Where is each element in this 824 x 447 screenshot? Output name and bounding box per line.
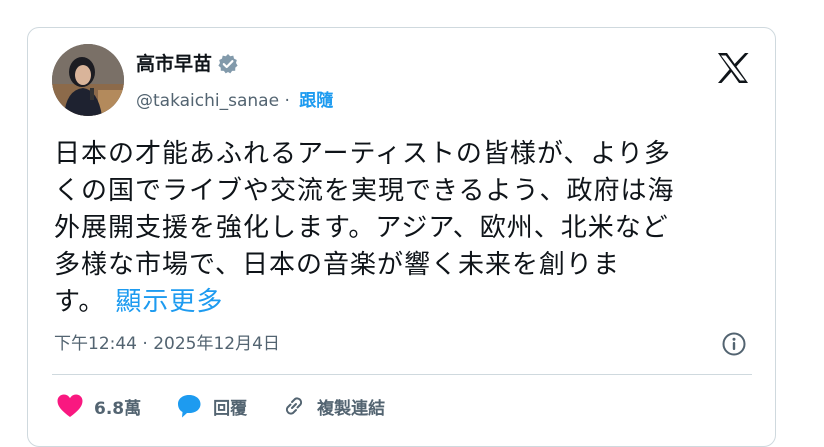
tweet-card: 高市早苗 @takaichi_sanae · 跟隨 日本の才能あふれるアーティス… xyxy=(27,27,776,447)
handle-row: @takaichi_sanae · 跟隨 xyxy=(136,90,333,112)
reply-bubble-icon xyxy=(178,395,201,418)
tweet-body: 日本の才能あふれるアーティストの皆様が、より多 くの国でライブや交流を実現できる… xyxy=(54,136,754,321)
follow-button[interactable]: 跟隨 xyxy=(299,90,333,112)
author-name[interactable]: 高市早苗 xyxy=(136,52,212,76)
action-bar: 6.8萬 回覆 複製連結 xyxy=(56,393,419,419)
author-handle[interactable]: @takaichi_sanae xyxy=(136,90,279,112)
show-more-link[interactable]: 顯示更多 xyxy=(115,287,223,317)
divider xyxy=(52,374,752,375)
reply-button[interactable]: 回覆 xyxy=(175,393,247,419)
author-name-row: 高市早苗 xyxy=(136,52,239,76)
verified-badge-icon xyxy=(217,53,239,75)
x-logo-icon[interactable] xyxy=(716,52,750,84)
copy-link-button[interactable]: 複製連結 xyxy=(281,393,385,419)
link-icon xyxy=(286,397,303,415)
like-count: 6.8萬 xyxy=(94,398,142,419)
like-button[interactable]: 6.8萬 xyxy=(56,393,141,419)
info-icon[interactable] xyxy=(721,331,747,357)
tweet-timestamp[interactable]: 下午12:44 · 2025年12月4日 xyxy=(54,332,280,356)
heart-icon xyxy=(57,394,83,417)
reply-label: 回覆 xyxy=(213,398,248,419)
handle-separator: · xyxy=(279,91,296,111)
avatar[interactable] xyxy=(52,44,124,116)
copy-link-label: 複製連結 xyxy=(317,398,386,419)
